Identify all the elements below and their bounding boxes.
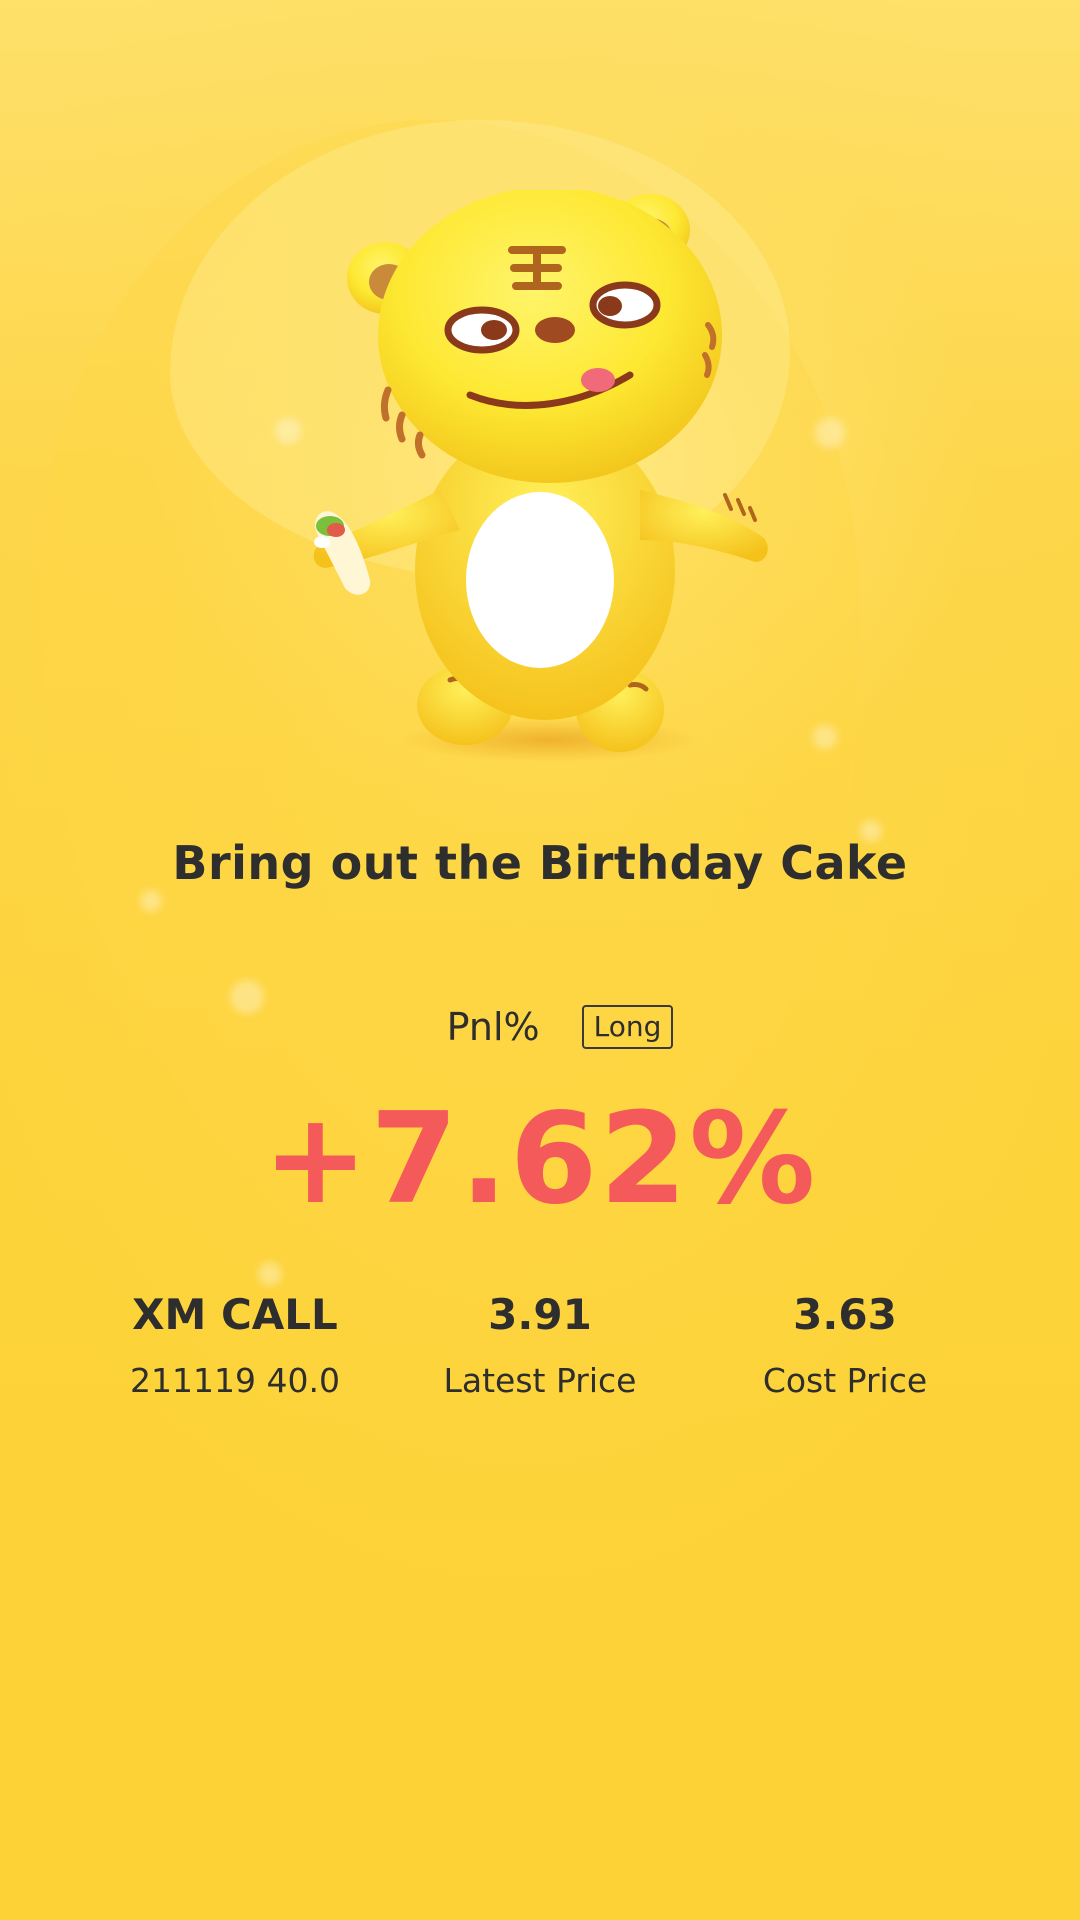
contract-name: XM CALL [132, 1290, 338, 1339]
cost-price-stat: 3.63 Cost Price [675, 1290, 1015, 1402]
cost-price-label: Cost Price [762, 1361, 928, 1400]
pnl-header: Pnl% Long [0, 1005, 1080, 1049]
contract-detail: 211119 40.0 [130, 1361, 340, 1400]
latest-price-value: 3.91 [488, 1290, 592, 1339]
position-badge: Long [581, 1005, 674, 1049]
pnl-label: Pnl% [446, 1005, 540, 1049]
contract-stat: XM CALL 211119 40.0 [65, 1290, 405, 1402]
sparkle [275, 418, 301, 444]
pnl-value: +7.62% [262, 1085, 818, 1232]
headline: Bring out the Birthday Cake [172, 836, 908, 890]
cost-price-value: 3.63 [793, 1290, 897, 1339]
sparkle [258, 1262, 282, 1286]
latest-price-stat: 3.91 Latest Price [370, 1290, 710, 1402]
sparkle [140, 890, 162, 912]
tiger-mascot-icon [313, 190, 768, 762]
share-card: Bring out the Birthday Cake Pnl% Long +7… [0, 0, 1080, 1920]
latest-price-label: Latest Price [443, 1361, 637, 1400]
